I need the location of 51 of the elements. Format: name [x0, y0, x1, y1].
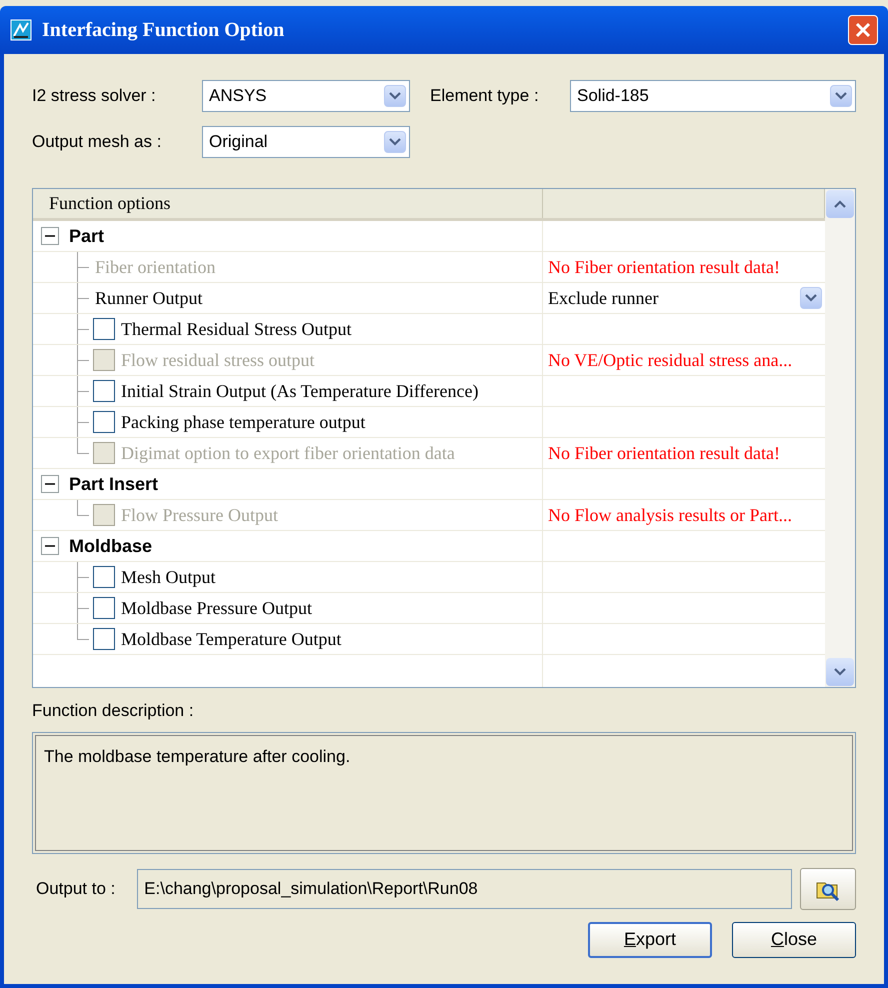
description-label: Function description : [32, 700, 195, 722]
checkbox[interactable] [93, 380, 115, 402]
status-message: No Fiber orientation result data! [548, 256, 780, 278]
field-label: Element type : [430, 85, 540, 108]
option-label: Thermal Residual Stress Output [121, 318, 352, 341]
dropdown-field[interactable]: Solid-185 [570, 80, 856, 112]
dropdown-field[interactable]: ANSYS [202, 80, 410, 112]
checkbox[interactable] [93, 411, 115, 433]
output-path-field[interactable]: E:\chang\proposal_simulation\Report\Run08 [137, 868, 792, 908]
option-label: Flow residual stress output [121, 348, 314, 372]
dropdown-caret-icon[interactable] [384, 131, 406, 153]
option-label: Runner Output [95, 286, 202, 310]
status-message: No VE/Optic residual stress ana... [548, 348, 792, 372]
close-icon[interactable] [848, 15, 878, 45]
group-label: Part Insert [69, 472, 158, 496]
option-label: Moldbase Temperature Output [121, 628, 342, 651]
dropdown-field[interactable]: Original [202, 126, 410, 158]
scrollbar[interactable] [825, 189, 855, 687]
window-title: Interfacing Function Option [42, 18, 286, 43]
app-icon [10, 19, 32, 41]
dialog-button[interactable]: Export [588, 922, 712, 958]
dialog-button[interactable]: Close [732, 922, 856, 958]
dropdown-caret-icon[interactable] [830, 85, 852, 107]
dropdown-caret-icon[interactable] [384, 85, 406, 107]
dropdown-caret-icon[interactable] [800, 287, 822, 309]
scroll-down-icon[interactable] [826, 658, 854, 686]
checkbox[interactable] [93, 628, 115, 650]
option-label: Digimat option to export fiber orientation data [121, 442, 455, 465]
option-label: Fiber orientation [95, 256, 216, 278]
status-message: No Flow analysis results or Part... [548, 504, 792, 527]
description-text: The moldbase temperature after cooling. [44, 746, 350, 766]
collapse-icon[interactable] [41, 475, 59, 493]
option-label: Flow Pressure Output [121, 504, 278, 527]
collapse-icon[interactable] [41, 227, 59, 245]
checkbox[interactable] [93, 318, 115, 340]
option-label: Initial Strain Output (As Temperature Difference) [121, 380, 478, 403]
option-label: Mesh Output [121, 566, 216, 589]
option-label: Moldbase Pressure Output [121, 596, 312, 620]
group-label: Moldbase [69, 534, 152, 558]
browse-folder-button[interactable] [800, 868, 856, 910]
scroll-up-icon[interactable] [826, 190, 854, 218]
status-message: No Fiber orientation result data! [548, 442, 780, 464]
option-value[interactable]: Exclude runner [548, 284, 658, 312]
checkbox[interactable] [93, 566, 115, 588]
checkbox[interactable] [93, 597, 115, 619]
option-label: Packing phase temperature output [121, 410, 366, 434]
field-label: Output mesh as : [32, 131, 162, 154]
group-label: Part [69, 224, 104, 248]
collapse-icon[interactable] [41, 537, 59, 555]
field-label: I2 stress solver : [32, 85, 157, 108]
field-label: Output to : [35, 878, 116, 900]
